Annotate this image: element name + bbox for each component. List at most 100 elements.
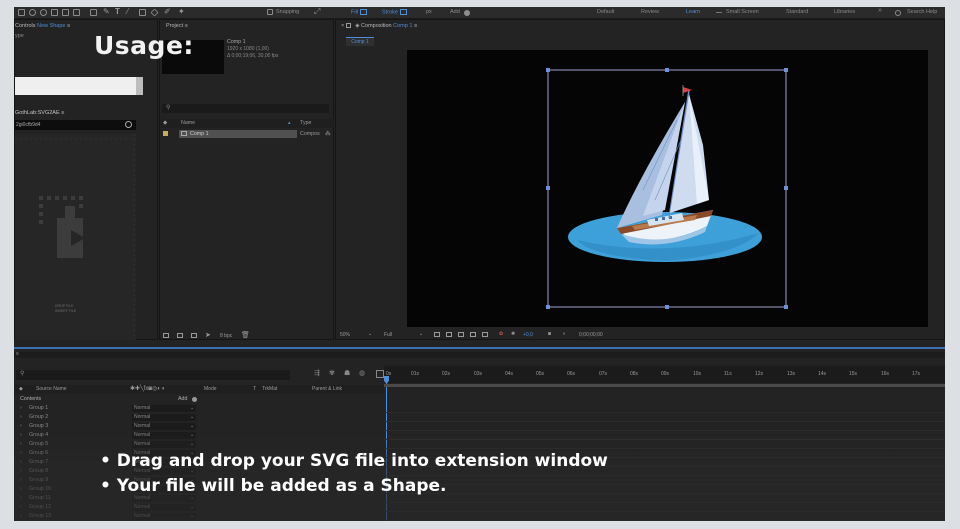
interpret-footage-icon[interactable] xyxy=(163,333,169,338)
show-snapshot-icon[interactable]: ◑ xyxy=(562,331,565,337)
resolution-dropdown[interactable]: Full xyxy=(384,332,392,338)
composition-menu-icon[interactable]: ≡ xyxy=(414,23,417,29)
blend-mode-dropdown[interactable]: Normal xyxy=(132,405,196,412)
lock-panel-icon[interactable] xyxy=(345,23,351,29)
pan-behind-tool-icon[interactable] xyxy=(73,9,80,16)
more-workspaces-icon[interactable]: » xyxy=(878,7,882,14)
transparency-grid-icon[interactable] xyxy=(446,332,452,337)
source-name-header[interactable]: Source Name xyxy=(36,386,67,392)
workspace-default[interactable]: Default xyxy=(597,9,614,15)
tab-comp-1[interactable]: Comp 1 xyxy=(346,37,374,46)
extension-scrollbar[interactable] xyxy=(136,77,143,95)
snapping-checkbox[interactable] xyxy=(267,9,273,15)
refresh-icon[interactable] xyxy=(125,121,132,128)
home-icon[interactable] xyxy=(18,9,25,16)
project-comp-name[interactable]: Comp 1 xyxy=(227,39,246,45)
group-row[interactable]: › Group 2 Normal ⌄ xyxy=(14,413,199,422)
contents-row[interactable]: Contents Add xyxy=(14,395,204,404)
project-search-input[interactable]: ⚲ xyxy=(162,104,329,113)
stroke-width-unit[interactable]: px xyxy=(426,9,432,15)
project-item-name[interactable]: Comp 1 xyxy=(190,131,209,137)
switches-header-icons[interactable]: ✱✚╲fx◙◎◐◑ xyxy=(130,385,164,392)
channel-icon[interactable] xyxy=(482,332,488,337)
puppet-tool-icon[interactable]: ✦ xyxy=(178,7,185,16)
label-column-icon[interactable]: ◆ xyxy=(163,120,167,126)
new-folder-icon[interactable] xyxy=(177,333,183,338)
motion-blur-icon[interactable]: ◍ xyxy=(359,369,365,377)
extension-title[interactable]: GothLab:SVG2AE ≡ xyxy=(15,110,64,116)
send-icon[interactable]: ➤ xyxy=(205,331,211,339)
stroke-swatch-icon[interactable] xyxy=(399,9,407,15)
eraser-tool-icon[interactable] xyxy=(150,8,159,17)
blend-mode-chevron-down-icon[interactable]: ⌄ xyxy=(190,423,194,429)
workspace-menu-icon[interactable] xyxy=(716,12,722,13)
delete-icon[interactable]: 🗑 xyxy=(241,331,250,339)
extension-menu-icon[interactable]: ≡ xyxy=(61,110,64,116)
group-name[interactable]: Group 3 xyxy=(29,423,48,429)
t-header[interactable]: T xyxy=(253,386,256,392)
zoom-tool-icon[interactable] xyxy=(40,9,47,16)
fill-label[interactable]: Fill xyxy=(351,9,369,15)
extension-input-white[interactable] xyxy=(15,77,136,95)
extension-drop-area[interactable]: DROP FILE INSERT FILE xyxy=(15,134,136,340)
fast-previews-icon[interactable] xyxy=(434,332,440,337)
zoom-chevron-down-icon[interactable]: ⌄ xyxy=(368,331,372,337)
snapshot-camera-icon[interactable]: ◙ xyxy=(548,331,551,337)
expand-chevron-icon[interactable]: › xyxy=(20,414,22,420)
color-management-icon[interactable]: ✿ xyxy=(499,331,503,337)
search-help-field[interactable]: Search Help xyxy=(907,9,937,15)
expand-chevron-icon[interactable]: › xyxy=(20,405,22,411)
name-column-header[interactable]: Name xyxy=(181,120,195,126)
group-track[interactable] xyxy=(384,413,945,422)
fill-swatch-icon[interactable] xyxy=(360,9,368,15)
group-track[interactable] xyxy=(384,404,945,413)
workspace-review[interactable]: Review xyxy=(641,9,659,15)
group-name[interactable]: Group 2 xyxy=(29,414,48,420)
blend-mode-dropdown[interactable]: Normal xyxy=(132,414,196,421)
blend-mode-chevron-down-icon[interactable]: ⌄ xyxy=(190,405,194,411)
rectangle-tool-icon[interactable] xyxy=(90,9,97,16)
add-label[interactable]: Add xyxy=(450,9,460,15)
label-color-swatch[interactable] xyxy=(163,131,168,136)
stroke-label[interactable]: Stroke xyxy=(382,9,409,15)
close-panel-icon[interactable]: × xyxy=(341,23,344,29)
hand-tool-icon[interactable] xyxy=(29,9,36,16)
timecode-display[interactable]: 0;00;00;00 xyxy=(579,332,603,338)
extension-file-field[interactable]: 2gi0cfb9d4 xyxy=(15,120,136,130)
sort-icon[interactable]: ▴ xyxy=(288,120,291,126)
project-menu-icon[interactable]: ≡ xyxy=(185,23,188,29)
parent-link-header[interactable]: Parent & Link xyxy=(312,386,342,392)
clone-stamp-tool-icon[interactable] xyxy=(139,9,146,16)
type-column-header[interactable]: Type xyxy=(300,120,311,126)
exposure-value[interactable]: +0,0 xyxy=(523,332,533,338)
blend-mode-chevron-down-icon[interactable]: ⌄ xyxy=(190,414,194,420)
type-tool-icon[interactable]: T xyxy=(115,7,122,16)
camera-tool-icon[interactable] xyxy=(62,9,69,16)
project-item-row[interactable]: Comp 1 Compos ⁂ xyxy=(160,129,334,139)
new-comp-icon[interactable] xyxy=(191,333,197,338)
group-row[interactable]: › Group 1 Normal ⌄ xyxy=(14,404,199,413)
layer-search-input[interactable]: ⚲ xyxy=(16,370,290,380)
mode-header[interactable]: Mode xyxy=(204,386,217,392)
group-name[interactable]: Group 1 xyxy=(29,405,48,411)
trkmat-header[interactable]: TrkMat xyxy=(262,386,277,392)
effect-controls-title[interactable]: Controls New Shape ≡ xyxy=(15,23,70,29)
roto-brush-tool-icon[interactable]: ✐ xyxy=(164,7,171,16)
panel-menu-icon[interactable]: ≡ xyxy=(67,23,70,29)
label-col-icon[interactable]: ◆ xyxy=(19,386,23,392)
workspace-standard[interactable]: Standard xyxy=(786,9,808,15)
guides-icon[interactable] xyxy=(470,332,476,337)
rotate-tool-icon[interactable] xyxy=(51,9,58,16)
snap-options-icon[interactable]: ⤢ xyxy=(314,7,320,17)
project-title[interactable]: Project ≡ xyxy=(166,23,188,29)
boat-artwork[interactable] xyxy=(407,50,928,327)
contents-add-label[interactable]: Add xyxy=(178,396,187,402)
bpc-label[interactable]: 8 bpc xyxy=(220,333,232,339)
blend-mode-dropdown[interactable]: Normal xyxy=(132,423,196,430)
work-area-bar[interactable] xyxy=(384,384,945,387)
expand-chevron-icon[interactable]: › xyxy=(20,423,22,429)
flowchart-icon[interactable]: ⁂ xyxy=(325,131,330,137)
draft-3d-icon[interactable]: ✾ xyxy=(329,369,335,377)
exposure-reset-icon[interactable]: ✺ xyxy=(511,331,515,337)
workspace-learn[interactable]: Learn xyxy=(686,9,700,15)
